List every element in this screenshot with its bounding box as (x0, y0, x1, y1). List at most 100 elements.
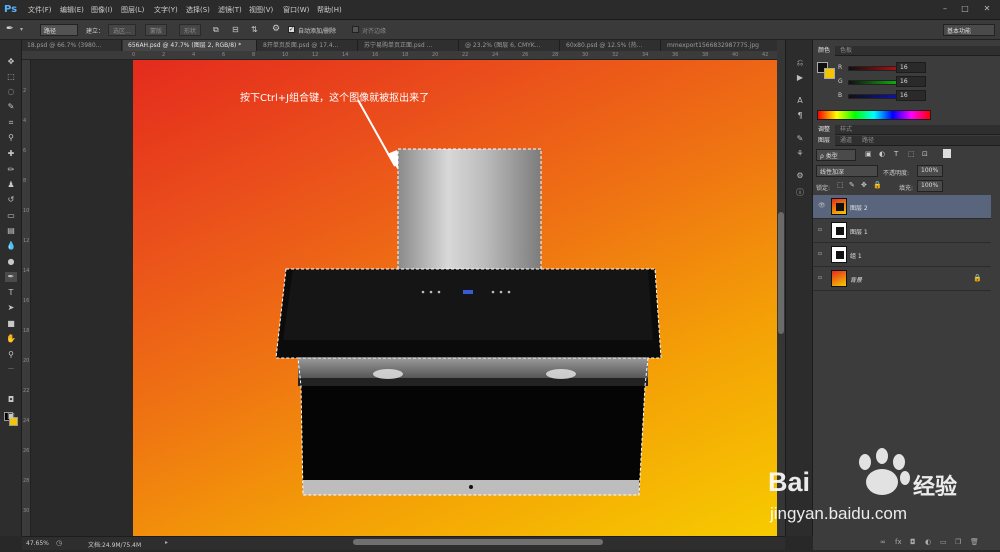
path-alignment-icon[interactable]: ⊟ (232, 25, 239, 34)
menu-help[interactable]: 帮助(H) (317, 5, 342, 15)
color-spectrum-bar[interactable] (817, 110, 931, 120)
lock-pixels-icon[interactable]: ✎ (849, 181, 855, 189)
info-panel-icon[interactable]: ⓘ (794, 188, 806, 198)
tool-presets-icon[interactable]: ✎ (794, 134, 806, 144)
tab-color[interactable]: 颜色 (813, 46, 836, 56)
screen-mode-icon[interactable]: ▣ (5, 411, 17, 421)
tab-paths[interactable]: 路径 (857, 136, 879, 146)
adjustment-layer-icon[interactable]: ◐ (925, 538, 931, 546)
make-selection-button[interactable]: 选区… (108, 24, 137, 36)
layer-row-layer2[interactable]: 👁 图层 2 (813, 195, 991, 219)
tool-preset-arrow-icon[interactable]: ▾ (20, 26, 23, 33)
gear-icon[interactable]: ⚙ (272, 24, 280, 34)
menu-view[interactable]: 视图(V) (249, 5, 273, 15)
eyedropper-tool-icon[interactable]: ⚲ (5, 133, 17, 143)
healing-brush-tool-icon[interactable]: ✚ (5, 149, 17, 159)
menu-select[interactable]: 选择(S) (186, 5, 210, 15)
zoom-tool-icon[interactable]: ⚲ (5, 350, 17, 360)
tab-adjustments[interactable]: 调整 (813, 125, 836, 135)
status-menu-arrow-icon[interactable]: ▸ (165, 539, 168, 546)
color-bg-swatch[interactable] (824, 68, 835, 79)
align-edges-checkbox[interactable] (352, 26, 359, 33)
quick-mask-icon[interactable]: ◘ (5, 395, 17, 405)
filter-pixel-icon[interactable]: ▣ (865, 150, 872, 158)
lasso-tool-icon[interactable]: ◌ (5, 87, 17, 97)
tab-suning-psd[interactable]: 苏宁易购单页正面.psd ... (359, 40, 459, 51)
new-group-icon[interactable]: ▭ (940, 538, 947, 546)
tab-swatches[interactable]: 色板 (835, 46, 857, 56)
pen-tool-icon[interactable]: ✒ (5, 272, 17, 282)
eye-off-icon[interactable]: ▫ (818, 250, 825, 257)
actions-panel-icon[interactable]: ▶ (794, 73, 806, 83)
filter-smart-icon[interactable]: ⊡ (922, 150, 928, 158)
character-panel-icon[interactable]: A (794, 96, 806, 106)
make-mask-button[interactable]: 蒙版 (145, 24, 168, 36)
minimize-button[interactable]: – (940, 4, 950, 14)
path-arrangement-icon[interactable]: ⇅ (251, 25, 258, 34)
add-mask-icon[interactable]: ◘ (910, 538, 916, 546)
layer-row-layer1[interactable]: ▫ 图层 1 (813, 219, 991, 243)
fill-input[interactable]: 100% (917, 180, 943, 192)
gradient-tool-icon[interactable]: ▤ (5, 226, 17, 236)
history-panel-icon[interactable]: ⎌ (794, 58, 806, 68)
tab-18-psd[interactable]: 18.psd @ 66.7% (3980... (22, 40, 122, 51)
tab-layer6-cmyk[interactable]: @ 23.2% (图层 6, CMYK... (460, 40, 560, 51)
pen-mode-select[interactable]: 路径 (40, 24, 78, 36)
more-tools-icon[interactable]: ··· (5, 365, 17, 375)
menu-type[interactable]: 文字(Y) (154, 5, 178, 15)
channel-r-value[interactable]: 16 (896, 62, 926, 73)
eraser-tool-icon[interactable]: ▭ (5, 211, 17, 221)
zoom-level[interactable]: 47.65% (26, 540, 49, 547)
tab-styles[interactable]: 样式 (835, 125, 857, 135)
layer-name[interactable]: 图层 2 (850, 203, 868, 212)
opacity-input[interactable]: 100% (917, 165, 943, 177)
brush-panel-icon[interactable]: ⚘ (794, 149, 806, 159)
tab-layers[interactable]: 图层 (813, 136, 836, 146)
menu-window[interactable]: 窗口(W) (283, 5, 309, 15)
menu-image[interactable]: 图像(I) (91, 5, 113, 15)
layer-name[interactable]: 背景 (850, 275, 862, 284)
quick-select-tool-icon[interactable]: ✎ (5, 102, 17, 112)
channel-g-value[interactable]: 16 (896, 76, 926, 87)
brush-tool-icon[interactable]: ✏ (5, 165, 17, 175)
path-operations-icon[interactable]: ⧉ (213, 25, 219, 35)
path-select-tool-icon[interactable]: ➤ (5, 303, 17, 313)
eye-icon[interactable]: 👁 (818, 202, 826, 209)
menu-layer[interactable]: 图层(L) (121, 5, 144, 15)
eye-off-icon[interactable]: ▫ (818, 226, 825, 233)
fx-icon[interactable]: fx (895, 538, 902, 546)
channel-b-value[interactable]: 16 (896, 90, 926, 101)
shape-tool-icon[interactable]: ■ (5, 319, 17, 329)
dodge-tool-icon[interactable]: ● (5, 257, 17, 267)
filter-shape-icon[interactable]: ⬚ (908, 150, 915, 158)
menu-edit[interactable]: 编辑(E) (60, 5, 84, 15)
layer-filter-select[interactable]: ρ 类型 (816, 149, 856, 161)
blend-mode-select[interactable]: 线性加深 (816, 165, 878, 177)
paragraph-panel-icon[interactable]: ¶ (794, 111, 806, 121)
menu-file[interactable]: 文件(F) (28, 5, 52, 15)
pen-tool-icon[interactable]: ✒ (6, 24, 14, 34)
layer-name[interactable]: 图层 1 (850, 227, 868, 236)
horizontal-scrollbar-thumb[interactable] (353, 539, 603, 545)
auto-add-delete-checkbox[interactable]: ✓ (288, 26, 295, 33)
marquee-tool-icon[interactable]: ⬚ (5, 72, 17, 82)
filter-toggle-icon[interactable] (943, 149, 951, 158)
layer-name[interactable]: 组 1 (850, 251, 862, 260)
tab-656ah-psd[interactable]: 656AH.psd @ 47.7% (图层 2, RGB/8) * (123, 40, 257, 51)
tab-8kai-psd[interactable]: 8开单页反面.psd @ 17.4... (258, 40, 358, 51)
maximize-button[interactable]: □ (960, 4, 970, 14)
document-canvas[interactable]: 按下Ctrl+J组合键，这个图像就被抠出来了 (133, 60, 778, 536)
new-layer-icon[interactable]: ❐ (955, 538, 961, 546)
menu-filter[interactable]: 滤镜(T) (218, 5, 242, 15)
close-button[interactable]: ✕ (982, 4, 992, 14)
history-brush-tool-icon[interactable]: ↺ (5, 195, 17, 205)
tab-channels[interactable]: 通道 (835, 136, 857, 146)
clone-stamp-tool-icon[interactable]: ♟ (5, 180, 17, 190)
filter-type-icon[interactable]: T (894, 150, 898, 158)
filter-adjust-icon[interactable]: ◐ (879, 150, 885, 158)
make-shape-button[interactable]: 形状 (179, 24, 202, 36)
lock-position-icon[interactable]: ✥ (861, 181, 867, 189)
link-layers-icon[interactable]: ∞ (880, 538, 886, 546)
lock-all-icon[interactable]: 🔒 (873, 181, 882, 189)
crop-tool-icon[interactable]: ⌗ (5, 118, 17, 128)
